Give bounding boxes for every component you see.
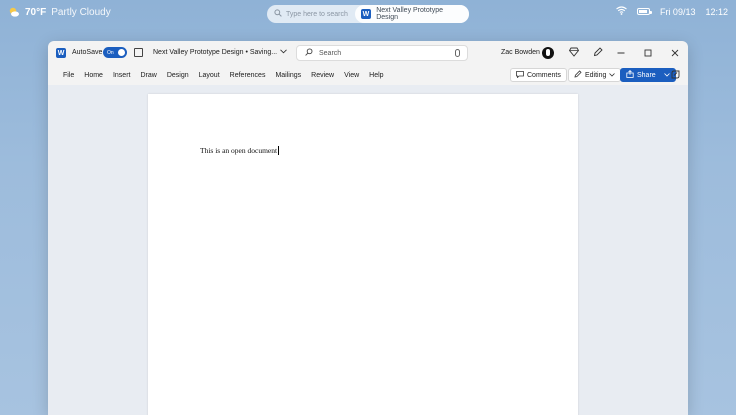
- chevron-down-icon: [663, 72, 670, 79]
- maximize-button[interactable]: [634, 41, 661, 65]
- microphone-icon[interactable]: [455, 49, 460, 57]
- text-cursor: [278, 146, 280, 155]
- share-label: Share: [637, 71, 656, 79]
- autosave-toggle[interactable]: On: [103, 47, 127, 58]
- editing-label: Editing: [585, 71, 607, 79]
- window-controls: [607, 41, 688, 65]
- save-icon[interactable]: [134, 48, 143, 57]
- chevron-down-icon: [280, 49, 287, 56]
- taskbar-search-placeholder: Type here to search: [286, 10, 348, 18]
- system-time[interactable]: 12:12: [705, 7, 728, 17]
- search-box[interactable]: Search: [296, 45, 468, 61]
- tab-design[interactable]: Design: [162, 72, 194, 79]
- tab-review[interactable]: Review: [306, 72, 339, 79]
- copilot-icon[interactable]: [670, 69, 681, 82]
- toggle-knob: [118, 49, 125, 56]
- tab-file[interactable]: File: [58, 72, 79, 79]
- pen-icon[interactable]: [593, 47, 603, 60]
- taskbar-pill: Type here to search W Next Valley Protot…: [267, 5, 469, 23]
- tab-home[interactable]: Home: [79, 72, 108, 79]
- editing-button[interactable]: Editing: [568, 68, 622, 82]
- weather-condition: Partly Cloudy: [51, 6, 111, 18]
- share-icon: [626, 70, 634, 80]
- taskbar-app-word[interactable]: W Next Valley Prototype Design: [354, 5, 469, 23]
- close-button[interactable]: [661, 41, 688, 65]
- weather-widget[interactable]: 70°F Partly Cloudy: [8, 6, 111, 18]
- tab-mailings[interactable]: Mailings: [270, 72, 306, 79]
- comments-label: Comments: [527, 71, 561, 79]
- tab-insert[interactable]: Insert: [108, 72, 136, 79]
- taskbar-search[interactable]: Type here to search: [267, 9, 355, 19]
- share-button[interactable]: Share: [620, 68, 676, 82]
- comments-button[interactable]: Comments: [510, 68, 567, 82]
- search-placeholder: Search: [319, 49, 342, 57]
- search-icon: [305, 48, 313, 58]
- wifi-icon[interactable]: [616, 6, 627, 17]
- ribbon-menu: File Home Insert Draw Design Layout Refe…: [48, 65, 688, 85]
- word-window: W AutoSave On Next Valley Prototype Desi…: [48, 41, 688, 415]
- word-logo-icon: W: [56, 48, 66, 58]
- comment-icon: [516, 70, 524, 80]
- minimize-button[interactable]: [607, 41, 634, 65]
- partly-cloudy-icon: [8, 6, 20, 18]
- document-text: This is an open document: [200, 146, 278, 155]
- autosave-toggle-label: On: [107, 49, 114, 56]
- battery-icon[interactable]: [636, 8, 652, 15]
- diamond-icon[interactable]: [568, 47, 580, 60]
- weather-temp: 70°F: [25, 6, 47, 18]
- avatar[interactable]: [542, 47, 554, 59]
- document-page[interactable]: This is an open document: [148, 94, 578, 415]
- menu-tabs: File Home Insert Draw Design Layout Refe…: [48, 72, 389, 79]
- pencil-icon: [574, 70, 582, 80]
- word-icon: W: [360, 9, 372, 19]
- tab-draw[interactable]: Draw: [135, 72, 161, 79]
- title-bar: W AutoSave On Next Valley Prototype Desi…: [48, 41, 688, 65]
- tab-help[interactable]: Help: [364, 72, 388, 79]
- taskbar-app-label: Next Valley Prototype Design: [376, 7, 443, 21]
- search-icon: [274, 9, 282, 19]
- system-bar: 70°F Partly Cloudy Type here to search W…: [0, 0, 736, 28]
- autosave-label: AutoSave: [72, 49, 103, 56]
- document-title[interactable]: Next Valley Prototype Design • Saving...: [153, 49, 287, 56]
- chevron-down-icon: [609, 72, 616, 79]
- tab-layout[interactable]: Layout: [194, 72, 225, 79]
- document-canvas: This is an open document: [48, 85, 688, 415]
- user-name[interactable]: Zac Bowden: [501, 49, 540, 56]
- tab-view[interactable]: View: [339, 72, 364, 79]
- document-body[interactable]: This is an open document: [200, 146, 280, 155]
- system-tray: Fri 09/13 12:12: [616, 6, 728, 17]
- system-date[interactable]: Fri 09/13: [660, 7, 696, 17]
- document-title-text: Next Valley Prototype Design • Saving...: [153, 49, 278, 56]
- tab-references[interactable]: References: [225, 72, 271, 79]
